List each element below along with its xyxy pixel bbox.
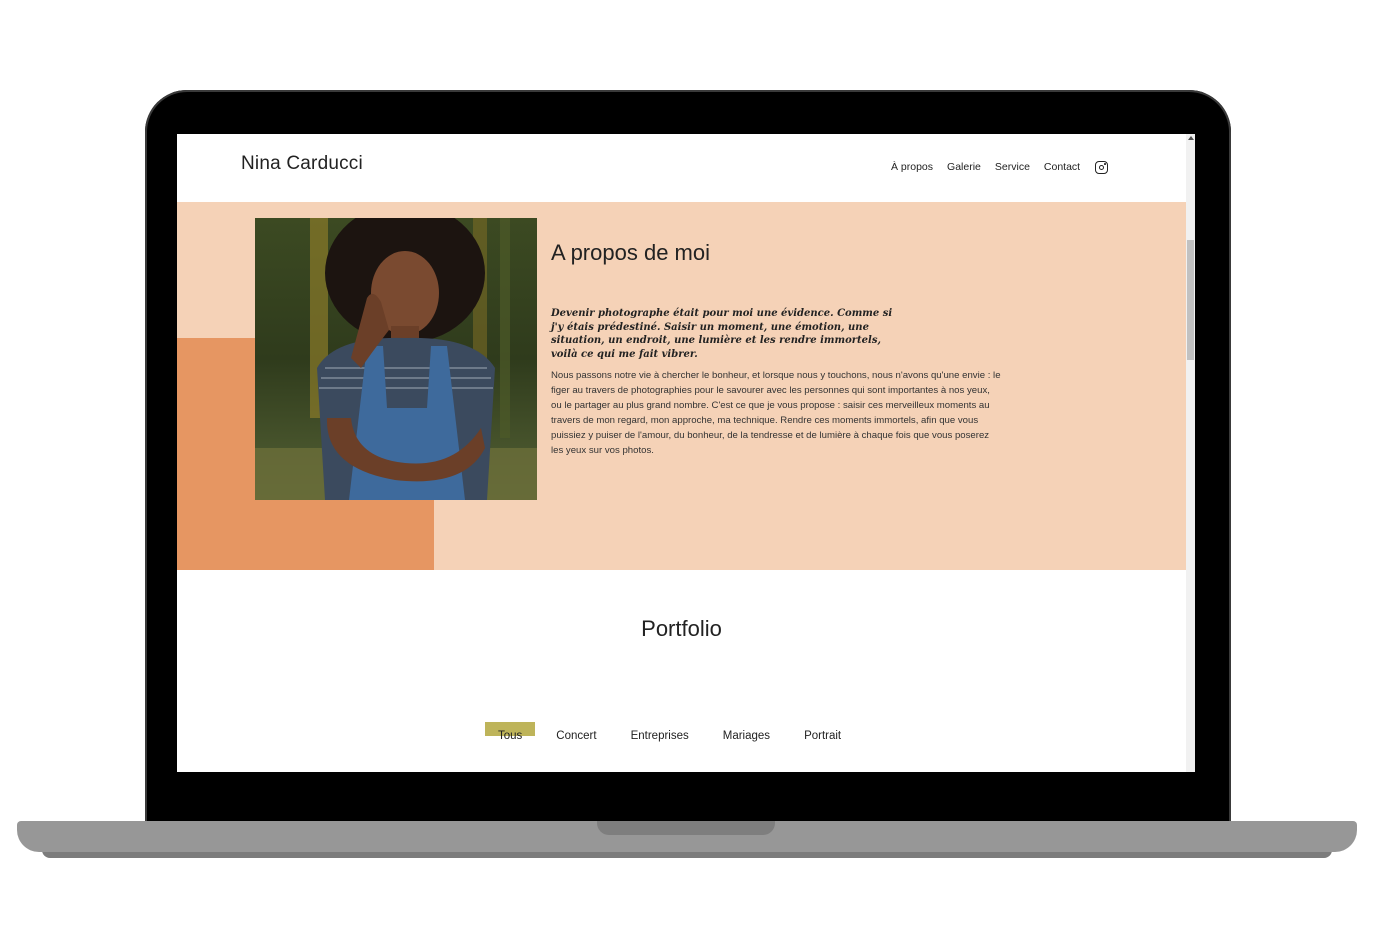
main-nav: À propos Galerie Service Contact bbox=[891, 161, 1080, 173]
browser-viewport: Nina Carducci À propos Galerie Service C… bbox=[177, 134, 1195, 772]
nav-link-a-propos[interactable]: À propos bbox=[891, 161, 933, 173]
portrait-photo bbox=[255, 218, 537, 500]
laptop-notch bbox=[597, 821, 775, 835]
nav-link-service[interactable]: Service bbox=[995, 161, 1030, 173]
portrait-photo-illustration bbox=[255, 218, 537, 500]
scroll-up-arrow-icon[interactable] bbox=[1188, 136, 1194, 140]
about-section: A propos de moi Devenir photographe étai… bbox=[177, 202, 1186, 570]
filter-mariages-button[interactable]: Mariages bbox=[710, 722, 783, 742]
nav-link-galerie[interactable]: Galerie bbox=[947, 161, 981, 173]
site-title[interactable]: Nina Carducci bbox=[241, 153, 363, 175]
about-heading: A propos de moi bbox=[551, 240, 710, 265]
nav-link-contact[interactable]: Contact bbox=[1044, 161, 1080, 173]
portfolio-filters: Tous Concert Entreprises Mariages Portra… bbox=[485, 722, 854, 742]
filter-portrait-button[interactable]: Portrait bbox=[791, 722, 854, 742]
vertical-scrollbar[interactable] bbox=[1186, 134, 1195, 772]
about-body-text: Nous passons notre vie à chercher le bon… bbox=[551, 370, 1001, 456]
filter-tous-button[interactable]: Tous bbox=[485, 722, 536, 742]
portfolio-heading: Portfolio bbox=[641, 616, 722, 641]
about-quote: Devenir photographe était pour moi une é… bbox=[551, 308, 893, 360]
instagram-icon[interactable] bbox=[1095, 161, 1108, 174]
scrollbar-thumb[interactable] bbox=[1187, 240, 1194, 360]
filter-entreprises-button[interactable]: Entreprises bbox=[618, 722, 702, 742]
filter-concert-button[interactable]: Concert bbox=[543, 722, 609, 742]
